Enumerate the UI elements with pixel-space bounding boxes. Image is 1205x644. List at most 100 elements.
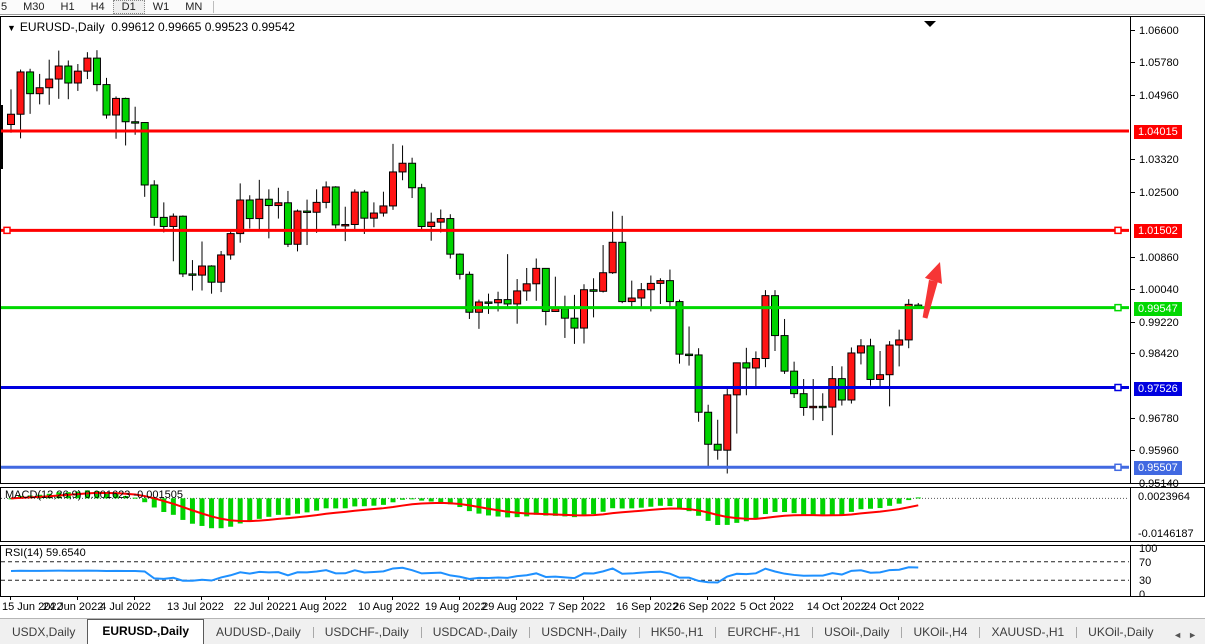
line-handle[interactable] (1115, 227, 1121, 233)
candle (208, 265, 215, 293)
timeframe-button-H1[interactable]: H1 (53, 0, 83, 14)
macd-histogram-bar (811, 498, 816, 515)
macd-histogram-bar (410, 498, 415, 499)
candle (886, 341, 893, 406)
symbol-tab-UKOil-H4[interactable]: UKOil-,H4 (901, 621, 979, 644)
symbol-tab-USOil-Daily[interactable]: USOil-,Daily (812, 621, 901, 644)
date-tick (77, 597, 78, 600)
macd-histogram-bar (276, 498, 281, 515)
macd-histogram-bar (438, 498, 443, 502)
symbol-tab-USDX-Daily[interactable]: USDX,Daily (0, 621, 87, 644)
line-handle[interactable] (4, 227, 10, 233)
trading-terminal-window: 5M30H1H4D1W1MN ▼EURUSD-,Daily 0.99612 0.… (0, 0, 1205, 644)
line-handle[interactable] (1115, 305, 1121, 311)
rsi-panel[interactable]: RSI(14) 59.6540 10070300 (0, 545, 1205, 597)
macd-histogram-bar (515, 498, 520, 517)
macd-histogram-bar (906, 498, 911, 500)
timeframe-button-W1[interactable]: W1 (145, 0, 178, 14)
macd-panel[interactable]: MACD(12,26,9) 0.001623 -0.001505 0.00239… (0, 487, 1205, 542)
symbol-tab-bar: USDX,DailyEURUSD-,DailyAUDUSD-,DailyUSDC… (0, 618, 1205, 644)
line-handle[interactable] (1115, 385, 1121, 391)
symbol-tab-EURCHF-H1[interactable]: EURCHF-,H1 (715, 621, 812, 644)
macd-histogram-bar (457, 498, 462, 507)
macd-histogram-bar (180, 498, 185, 520)
tab-scroll-left-icon[interactable]: ◄ (1173, 630, 1182, 640)
macd-histogram-bar (753, 498, 758, 519)
date-label: 22 Jul 2022 (234, 601, 291, 613)
candle (686, 326, 693, 365)
timeframe-button-5[interactable]: 5 (0, 0, 15, 14)
candle (141, 122, 148, 197)
candle (456, 253, 463, 279)
macd-histogram-bar (486, 498, 491, 515)
tab-scroll-buttons: ◄► (1173, 630, 1205, 644)
candle (218, 251, 225, 292)
price-tick: 1.04960 (1139, 90, 1179, 102)
price-line-label-1.04015: 1.04015 (1134, 125, 1182, 139)
timeframe-button-MN[interactable]: MN (177, 0, 210, 14)
ohlc-low: 0.99523 (205, 20, 248, 34)
line-handle[interactable] (1115, 464, 1121, 470)
macd-histogram-bar (285, 498, 290, 515)
price-tick-dash (1131, 257, 1135, 258)
rsi-label: RSI(14) 59.6540 (5, 547, 86, 559)
candle (514, 279, 521, 324)
candlestick-chart[interactable] (1, 17, 1129, 483)
candle (475, 300, 482, 329)
candle (781, 319, 788, 374)
macd-histogram-bar (916, 497, 921, 498)
symbol-tab-USDCNH-Daily[interactable]: USDCNH-,Daily (529, 621, 638, 644)
date-axis: 15 Jun 202224 Jun 20224 Jul 202213 Jul 2… (0, 597, 1205, 618)
timeframe-button-H4[interactable]: H4 (83, 0, 113, 14)
date-label: 14 Oct 2022 (807, 601, 867, 613)
rsi-chart[interactable] (1, 546, 1129, 596)
macd-histogram-bar (839, 498, 844, 514)
price-tick: 1.00860 (1139, 252, 1179, 264)
date-tick (516, 597, 517, 600)
trend-arrow-annotation[interactable] (923, 262, 942, 319)
macd-histogram-bar (801, 498, 806, 514)
candle (189, 260, 196, 290)
price-tick: 0.96780 (1139, 413, 1179, 425)
candle (342, 207, 349, 241)
candle (638, 283, 645, 308)
macd-histogram-bar (868, 498, 873, 508)
candle (733, 362, 740, 433)
macd-histogram-bar (792, 498, 797, 513)
symbol-tab-UKOil-Daily[interactable]: UKOil-,Daily (1076, 621, 1165, 644)
symbol-tab-USDCHF-Daily[interactable]: USDCHF-,Daily (313, 621, 421, 644)
date-tick (134, 597, 135, 600)
price-tick: 1.00040 (1139, 284, 1179, 296)
timeframe-button-M30[interactable]: M30 (15, 0, 52, 14)
symbol-tab-USDCAD-Daily[interactable]: USDCAD-,Daily (421, 621, 530, 644)
candle (313, 189, 320, 232)
macd-histogram-bar (849, 498, 854, 512)
symbol-tab-XAUUSD-H1[interactable]: XAUUSD-,H1 (979, 621, 1076, 644)
candle (561, 296, 568, 338)
price-tick: 0.98420 (1139, 348, 1179, 360)
macd-histogram-bar (553, 498, 558, 516)
macd-histogram-bar (715, 498, 720, 525)
price-tick-dash (1131, 192, 1135, 193)
timeframe-button-D1[interactable]: D1 (113, 0, 145, 14)
macd-histogram-bar (362, 498, 367, 506)
candle (791, 362, 798, 398)
symbol-tab-AUDUSD-Daily[interactable]: AUDUSD-,Daily (204, 621, 313, 644)
macd-histogram-bar (830, 498, 835, 514)
candle (447, 214, 454, 258)
main-chart-panel[interactable]: ▼EURUSD-,Daily 0.99612 0.99665 0.99523 0… (0, 16, 1205, 484)
tab-scroll-right-icon[interactable]: ► (1188, 630, 1197, 640)
chart-caret-icon[interactable]: ▼ (7, 23, 16, 33)
macd-axis-separator (1130, 488, 1131, 541)
candle (867, 339, 874, 386)
price-tick-dash (1131, 450, 1135, 451)
candle (74, 64, 81, 91)
symbol-tab-HK50-H1[interactable]: HK50-,H1 (639, 621, 716, 644)
candle (705, 405, 712, 466)
macd-histogram-bar (219, 498, 224, 528)
date-tick (707, 597, 708, 600)
candle (418, 184, 425, 229)
macd-histogram-bar (706, 498, 711, 521)
date-label: 4 Jul 2022 (100, 601, 151, 613)
symbol-tab-EURUSD-Daily[interactable]: EURUSD-,Daily (87, 619, 204, 644)
